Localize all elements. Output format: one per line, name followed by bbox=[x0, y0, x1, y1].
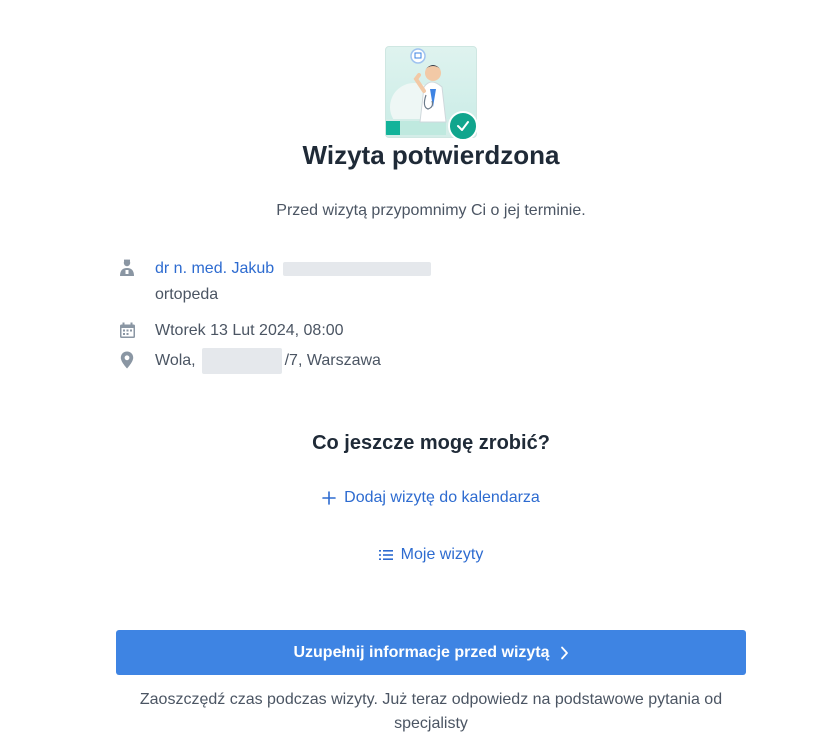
my-visits-label: Moje wizyty bbox=[400, 546, 484, 563]
plus-icon bbox=[322, 491, 336, 505]
page-title: Wizyta potwierdzona bbox=[302, 140, 560, 170]
location-pin-icon bbox=[118, 351, 136, 369]
redacted-surname bbox=[282, 261, 431, 276]
doctor-illustration bbox=[385, 46, 478, 141]
complete-info-button-label: Uzupełnij informacje przed wizytą bbox=[293, 643, 550, 661]
doctor-icon bbox=[118, 259, 136, 277]
add-to-calendar-label: Dodaj wizytę do kalendarza bbox=[344, 489, 540, 506]
calendar-icon bbox=[118, 321, 136, 339]
check-icon bbox=[457, 121, 469, 131]
doctor-row: dr n. med. Jakub ortopeda bbox=[118, 259, 431, 305]
cta-note: Zaoszczędź czas podczas wizyty. Już tera… bbox=[139, 691, 723, 732]
doctor-name-link[interactable]: dr n. med. Jakub bbox=[155, 260, 274, 277]
list-icon bbox=[378, 549, 393, 561]
my-visits-link[interactable]: Moje wizyty bbox=[0, 546, 815, 564]
location-row: Wola, /7, Warszawa bbox=[118, 348, 381, 374]
redacted-street bbox=[201, 348, 282, 374]
add-to-calendar-link[interactable]: Dodaj wizytę do kalendarza bbox=[0, 489, 815, 507]
doctor-specialty: ortopeda bbox=[155, 286, 219, 303]
confirmation-subtitle: Przed wizytą przypomnimy Ci o jej termin… bbox=[276, 202, 586, 219]
date-row: Wtorek 13 Lut 2024, 08:00 bbox=[118, 321, 344, 341]
section-title: Co jeszcze mogę zrobić? bbox=[312, 432, 550, 454]
success-badge bbox=[448, 111, 478, 141]
chevron-right-icon bbox=[560, 646, 569, 660]
address-prefix: Wola, bbox=[155, 352, 196, 369]
complete-info-button[interactable]: Uzupełnij informacje przed wizytą bbox=[116, 630, 746, 675]
address-suffix: /7, Warszawa bbox=[284, 352, 381, 369]
appointment-datetime: Wtorek 13 Lut 2024, 08:00 bbox=[155, 322, 344, 339]
